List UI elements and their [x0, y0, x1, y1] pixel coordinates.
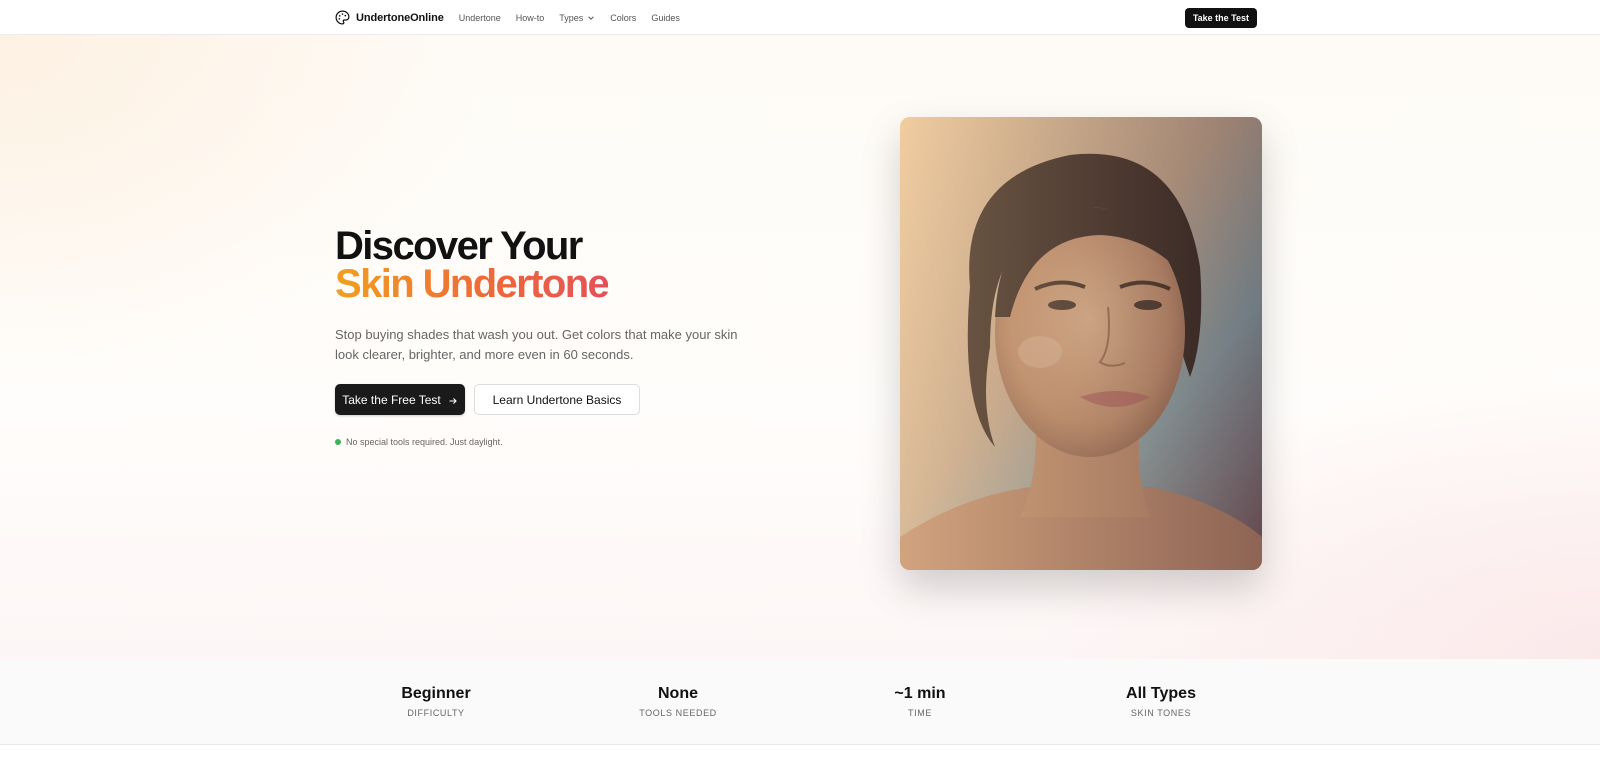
nav-link-colors[interactable]: Colors: [610, 13, 636, 23]
stat-label: TOOLS NEEDED: [639, 708, 717, 718]
brand-name: UndertoneOnline: [356, 11, 444, 24]
arrow-right-icon: [448, 395, 458, 405]
brand-link[interactable]: UndertoneOnline: [335, 10, 444, 25]
stat-value: Beginner: [401, 685, 471, 702]
chevron-down-icon: [587, 14, 595, 22]
nav-link-guides[interactable]: Guides: [651, 13, 680, 23]
hero-note: No special tools required. Just daylight…: [335, 437, 503, 447]
take-free-test-button[interactable]: Take the Free Test: [335, 384, 465, 415]
hero-portrait-image: [900, 117, 1262, 570]
hero-title: Discover Your Skin Undertone: [335, 226, 610, 306]
hero-subtitle: Stop buying shades that wash you out. Ge…: [335, 327, 738, 362]
stat-value: All Types: [1126, 685, 1196, 702]
stat-label: TIME: [908, 708, 932, 718]
palette-icon: [335, 10, 350, 25]
nav-links: Undertone How-to Types Colors Guides: [459, 13, 680, 23]
stat-tools-needed: None TOOLS NEEDED: [578, 685, 778, 718]
stat-value: ~1 min: [894, 685, 946, 702]
nav-link-undertone[interactable]: Undertone: [459, 13, 501, 23]
navbar-inner: UndertoneOnline Undertone How-to Types C…: [335, 0, 1257, 35]
nav-link-how-to[interactable]: How-to: [516, 13, 545, 23]
nav-link-types[interactable]: Types: [559, 13, 595, 23]
hero-title-line2: Skin Undertone: [335, 262, 610, 306]
top-navbar: UndertoneOnline Undertone How-to Types C…: [0, 0, 1600, 35]
nav-take-test-button[interactable]: Take the Test: [1184, 7, 1257, 28]
stat-difficulty: Beginner DIFFICULTY: [336, 685, 536, 718]
stats-bar: Beginner DIFFICULTY None TOOLS NEEDED ~1…: [0, 659, 1600, 745]
take-free-test-label: Take the Free Test: [342, 392, 441, 407]
status-dot: [335, 439, 341, 445]
stat-label: DIFFICULTY: [407, 708, 465, 718]
stat-time: ~1 min TIME: [820, 685, 1020, 718]
stat-label: SKIN TONES: [1130, 708, 1192, 718]
nav-link-types-label: Types: [559, 12, 584, 23]
stat-value: None: [658, 685, 698, 702]
hero-section: Discover Your Skin Undertone Stop buying…: [0, 35, 1600, 659]
stat-skin-tones: All Types SKIN TONES: [1061, 685, 1261, 718]
learn-basics-button[interactable]: Learn Undertone Basics: [474, 384, 640, 415]
hero-note-text: No special tools required. Just daylight…: [346, 437, 503, 447]
